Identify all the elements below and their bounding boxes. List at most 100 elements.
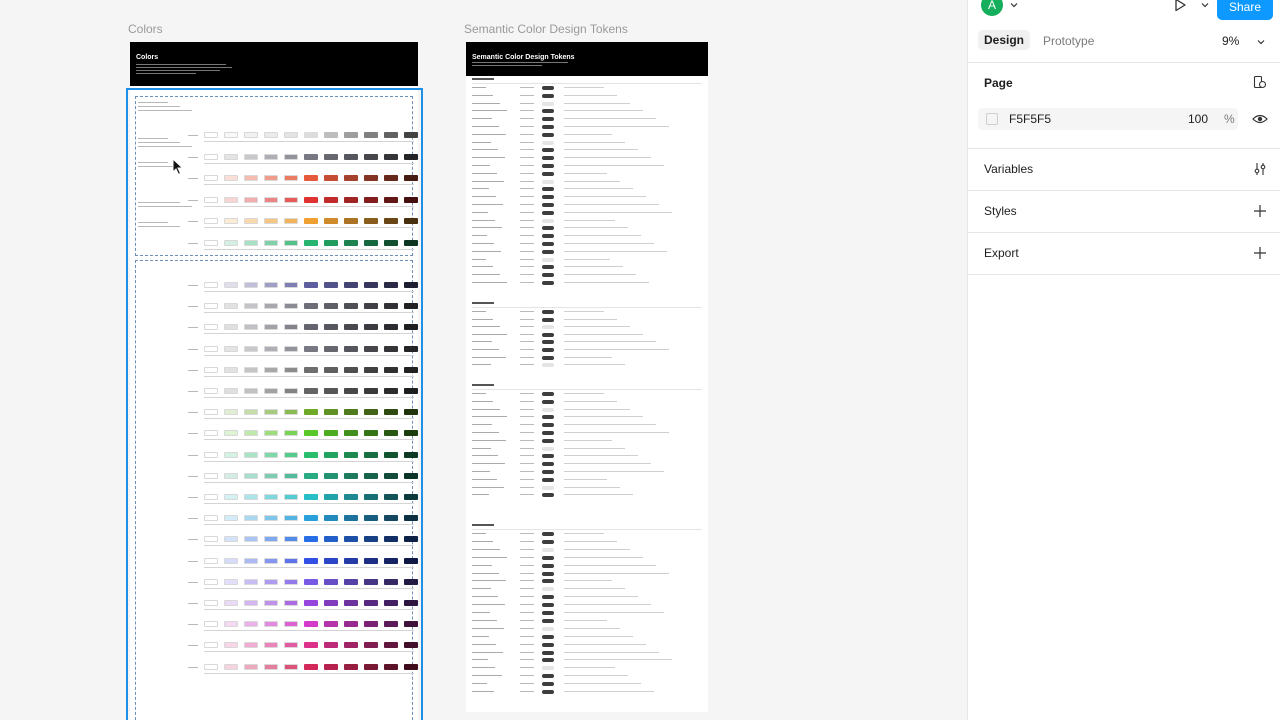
page-fill-hex[interactable]: F5F5F5	[1009, 112, 1051, 126]
colors-frame-header-title: Colors	[136, 54, 159, 61]
color-swatch	[244, 366, 258, 373]
color-scale-row	[130, 621, 418, 632]
color-swatch	[364, 430, 378, 437]
zoom-chevron-down-icon[interactable]	[1257, 38, 1265, 46]
color-swatch	[264, 600, 278, 606]
color-swatch	[364, 153, 378, 160]
color-swatch	[224, 621, 238, 628]
eye-visibility-icon[interactable]	[1252, 112, 1268, 126]
color-swatch	[404, 388, 418, 394]
add-export-plus-icon[interactable]	[1253, 246, 1267, 260]
frame-label-semantic-tokens[interactable]: Semantic Color Design Tokens	[464, 22, 628, 36]
present-play-icon[interactable]	[1173, 0, 1187, 12]
frame-label-colors[interactable]: Colors	[128, 22, 163, 36]
variables-settings-icon[interactable]	[1253, 162, 1267, 176]
color-swatch	[204, 218, 218, 224]
token-row	[472, 650, 702, 655]
canvas[interactable]: Colors Semantic Color Design Tokens Colo…	[0, 0, 967, 720]
colors-frame[interactable]: Colors	[130, 42, 418, 720]
color-swatch	[384, 642, 398, 649]
color-scale-row	[130, 663, 418, 674]
token-row	[472, 493, 702, 498]
color-swatch	[404, 239, 418, 246]
token-row	[472, 340, 702, 345]
color-swatch	[324, 132, 338, 138]
color-swatch	[284, 642, 298, 649]
color-swatch	[344, 366, 358, 373]
color-swatch	[264, 536, 278, 543]
color-swatch	[304, 388, 318, 394]
color-swatch	[224, 409, 238, 416]
color-swatch	[404, 282, 418, 288]
page-fill-swatch[interactable]	[986, 113, 998, 125]
user-avatar[interactable]: A	[981, 0, 1003, 16]
color-swatch	[344, 153, 358, 160]
color-swatch	[264, 239, 278, 246]
color-scale-row	[130, 600, 418, 610]
color-swatch	[224, 153, 238, 160]
present-chevron-down-icon[interactable]	[1201, 1, 1209, 9]
color-swatch	[244, 239, 258, 246]
color-swatch	[404, 175, 418, 181]
color-swatch	[404, 663, 418, 670]
color-swatch	[364, 451, 378, 458]
token-row	[472, 265, 702, 270]
page-fill-field[interactable]: F5F5F5	[978, 108, 1192, 130]
add-style-plus-icon[interactable]	[1253, 204, 1267, 218]
color-swatch	[224, 132, 238, 138]
color-scale-row	[130, 324, 418, 335]
color-scale-row	[130, 451, 418, 462]
color-swatch	[224, 600, 238, 606]
color-swatch	[204, 663, 218, 670]
color-swatch	[304, 218, 318, 224]
color-swatch	[264, 324, 278, 331]
color-swatch	[284, 621, 298, 628]
panel-tabs: Design Prototype 9%	[968, 28, 1280, 54]
color-swatch	[404, 430, 418, 437]
export-section-title[interactable]: Export	[984, 246, 1019, 260]
token-row	[472, 195, 702, 200]
token-row	[472, 634, 702, 639]
chevron-down-icon[interactable]	[1010, 1, 1018, 9]
token-row	[472, 332, 702, 337]
styles-section-title[interactable]: Styles	[984, 204, 1017, 218]
color-swatch	[304, 494, 318, 500]
color-swatch	[284, 494, 298, 500]
zoom-level[interactable]: 9%	[1222, 34, 1239, 48]
semantic-tokens-frame[interactable]: Semantic Color Design Tokens	[466, 42, 708, 712]
token-row	[472, 555, 702, 560]
tab-design[interactable]: Design	[978, 30, 1031, 50]
token-row	[472, 125, 702, 129]
color-swatch	[204, 557, 218, 564]
token-row	[472, 164, 702, 168]
color-scale-row	[130, 388, 418, 398]
color-swatch	[284, 239, 298, 246]
color-swatch	[304, 282, 318, 288]
color-swatch	[404, 600, 418, 606]
color-scale-row	[130, 557, 418, 568]
color-swatch	[324, 600, 338, 606]
token-row	[472, 187, 702, 192]
token-row	[472, 563, 702, 568]
page-fill-opacity-value[interactable]: 100	[1188, 112, 1208, 126]
color-swatch	[364, 282, 378, 288]
page-fill-opacity-field[interactable]: 100 %	[1182, 108, 1238, 130]
color-swatch	[264, 578, 278, 585]
variables-section-title[interactable]: Variables	[984, 162, 1033, 176]
token-row	[472, 148, 702, 153]
color-swatch	[384, 430, 398, 437]
color-swatch	[204, 621, 218, 628]
token-row	[472, 462, 702, 467]
tab-prototype[interactable]: Prototype	[1043, 34, 1094, 48]
color-swatch	[244, 153, 258, 160]
token-row	[472, 658, 702, 663]
token-row	[472, 595, 702, 600]
semantic-frame-header-title: Semantic Color Design Tokens	[472, 54, 575, 61]
local-styles-icon[interactable]	[1253, 75, 1267, 89]
token-row	[472, 310, 702, 314]
color-swatch	[224, 515, 238, 522]
color-swatch	[324, 345, 338, 352]
share-button[interactable]: Share	[1217, 0, 1273, 20]
color-swatch	[224, 494, 238, 500]
color-swatch	[384, 600, 398, 606]
